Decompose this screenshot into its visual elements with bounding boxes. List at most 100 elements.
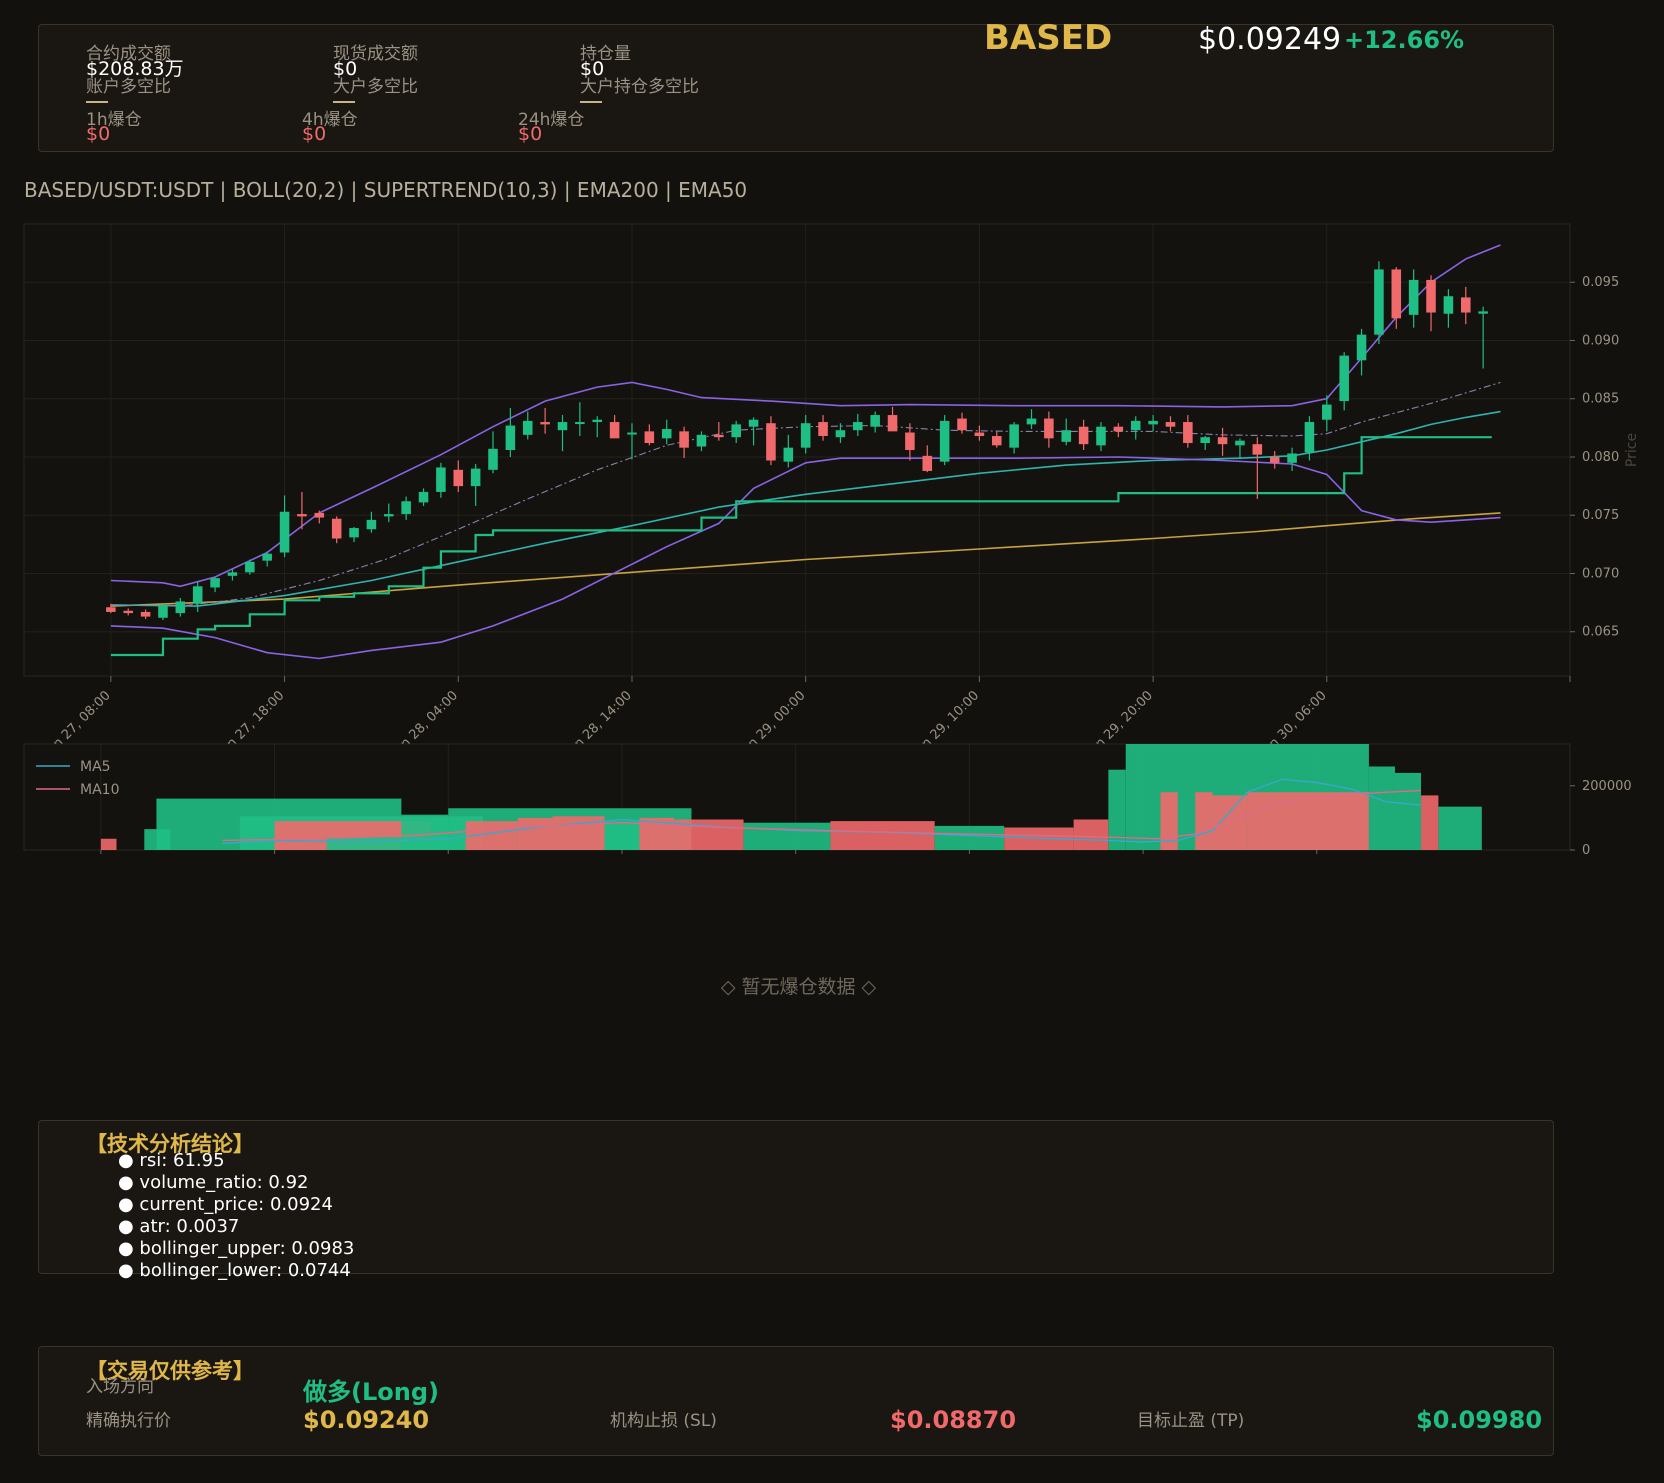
volume-bar xyxy=(1368,766,1395,850)
volume-bar xyxy=(1212,795,1248,850)
price-change: +12.66% xyxy=(1344,26,1465,54)
analysis-item: ● current_price: 0.0924 xyxy=(118,1194,333,1215)
candle-body xyxy=(679,431,689,448)
volume-bar xyxy=(401,814,449,850)
candle-body xyxy=(1408,279,1419,315)
candle-body xyxy=(1252,444,1263,455)
candle-body xyxy=(331,518,342,539)
candle-body xyxy=(1148,420,1158,425)
legend-ma5-label: MA5 xyxy=(80,759,111,775)
candle-body xyxy=(488,448,498,470)
top-trader-ls-ratio-label: 大户多空比 xyxy=(333,77,418,97)
candle-body xyxy=(939,420,950,462)
analysis-item: ● atr: 0.0037 xyxy=(118,1216,240,1237)
price-chart: 0.0650.0700.0750.0800.0850.0900.095Jun 2… xyxy=(23,223,1640,748)
entry-label: 精确执行价 xyxy=(86,1411,171,1431)
volume-bar xyxy=(1394,772,1422,850)
candle-body xyxy=(1287,453,1297,463)
candle-body xyxy=(210,578,220,588)
candle-body xyxy=(696,434,707,447)
candle-body xyxy=(1200,437,1210,444)
candle-body xyxy=(349,528,359,538)
volume-bar xyxy=(934,825,1005,850)
candle-body xyxy=(453,469,464,487)
candle-body xyxy=(384,514,394,517)
liq-4h-value: $0 xyxy=(302,123,327,145)
last-price: $0.09249 xyxy=(1198,22,1342,57)
candle-body xyxy=(818,422,828,437)
direction-value: 做多(Long) xyxy=(303,1378,439,1406)
open-interest-value: $0 xyxy=(580,58,605,80)
trade-panel xyxy=(38,1346,1554,1456)
volume-bar xyxy=(517,817,553,850)
candle-body xyxy=(1460,297,1471,313)
candle-body xyxy=(1044,418,1054,439)
candle-body xyxy=(262,553,272,561)
candle-body xyxy=(366,519,377,530)
candle-body xyxy=(974,432,985,437)
volume-bar xyxy=(743,822,831,850)
candle-body xyxy=(766,423,776,461)
futures-volume-value: $208.83万 xyxy=(86,58,184,80)
stop-loss-label: 机构止损 (SL) xyxy=(610,1411,717,1431)
candle-body xyxy=(227,572,238,576)
candle-body xyxy=(1235,440,1245,446)
candle-body xyxy=(731,424,741,438)
candle-body xyxy=(401,501,411,515)
candle-body xyxy=(609,422,620,439)
candle-body xyxy=(1130,420,1141,431)
volume-bar xyxy=(1438,806,1482,850)
candle-body xyxy=(1443,296,1454,314)
candle-body xyxy=(575,422,585,425)
candle-body xyxy=(661,429,672,439)
candle-body xyxy=(991,436,1002,446)
liq-24h-value: $0 xyxy=(518,123,543,145)
candle-body xyxy=(1478,311,1488,314)
candle-body xyxy=(627,432,637,435)
price-tick-label: 0.085 xyxy=(1582,392,1619,407)
candle-body xyxy=(158,604,168,618)
candle-body xyxy=(1304,422,1315,453)
candle-body xyxy=(905,432,915,450)
candle-body xyxy=(106,607,116,612)
price-tick-label: 0.095 xyxy=(1582,275,1619,290)
analysis-item: ● bollinger_lower: 0.0744 xyxy=(118,1260,351,1281)
candle-body xyxy=(192,586,203,604)
volume-bar xyxy=(1195,792,1213,850)
take-profit-label: 目标止盈 (TP) xyxy=(1137,1411,1245,1431)
candle-body xyxy=(1096,426,1106,446)
legend-ma10-label: MA10 xyxy=(80,782,119,798)
top-position-ls-ratio-bar xyxy=(580,101,602,103)
volume-chart: 0 200000 MA5 MA10 xyxy=(23,743,1632,858)
candle-body xyxy=(175,601,186,614)
candle-body xyxy=(505,425,516,450)
direction-label: 入场方向 xyxy=(86,1377,154,1397)
candle-body xyxy=(835,430,846,438)
volume-bar xyxy=(604,821,640,850)
spot-volume-value: $0 xyxy=(333,58,358,80)
price-tick-label: 0.090 xyxy=(1582,333,1619,348)
candle-body xyxy=(922,455,933,471)
volume-bar xyxy=(100,838,117,850)
candle-body xyxy=(870,415,880,427)
analysis-item: ● volume_ratio: 0.92 xyxy=(118,1172,309,1193)
candle-body xyxy=(1391,269,1402,319)
price-plot-frame xyxy=(23,223,1571,677)
candle-body xyxy=(470,468,481,487)
volume-bar xyxy=(1073,819,1109,850)
candle-body xyxy=(592,419,603,423)
candle-body xyxy=(1165,422,1176,427)
price-tick-label: 0.080 xyxy=(1582,450,1619,465)
volume-bar xyxy=(1247,792,1369,850)
candle-body xyxy=(887,415,898,432)
volume-tick-label: 0 xyxy=(1582,843,1590,858)
candle-body xyxy=(1322,404,1332,420)
candle-body xyxy=(314,512,325,518)
price-axis-label: Price xyxy=(1624,433,1640,467)
price-tick-label: 0.075 xyxy=(1582,508,1619,523)
account-ls-ratio-label: 账户多空比 xyxy=(86,77,171,97)
candle-body xyxy=(522,420,533,435)
candle-body xyxy=(279,511,290,553)
price-tick-label: 0.070 xyxy=(1582,566,1619,581)
candle-body xyxy=(1426,279,1436,313)
